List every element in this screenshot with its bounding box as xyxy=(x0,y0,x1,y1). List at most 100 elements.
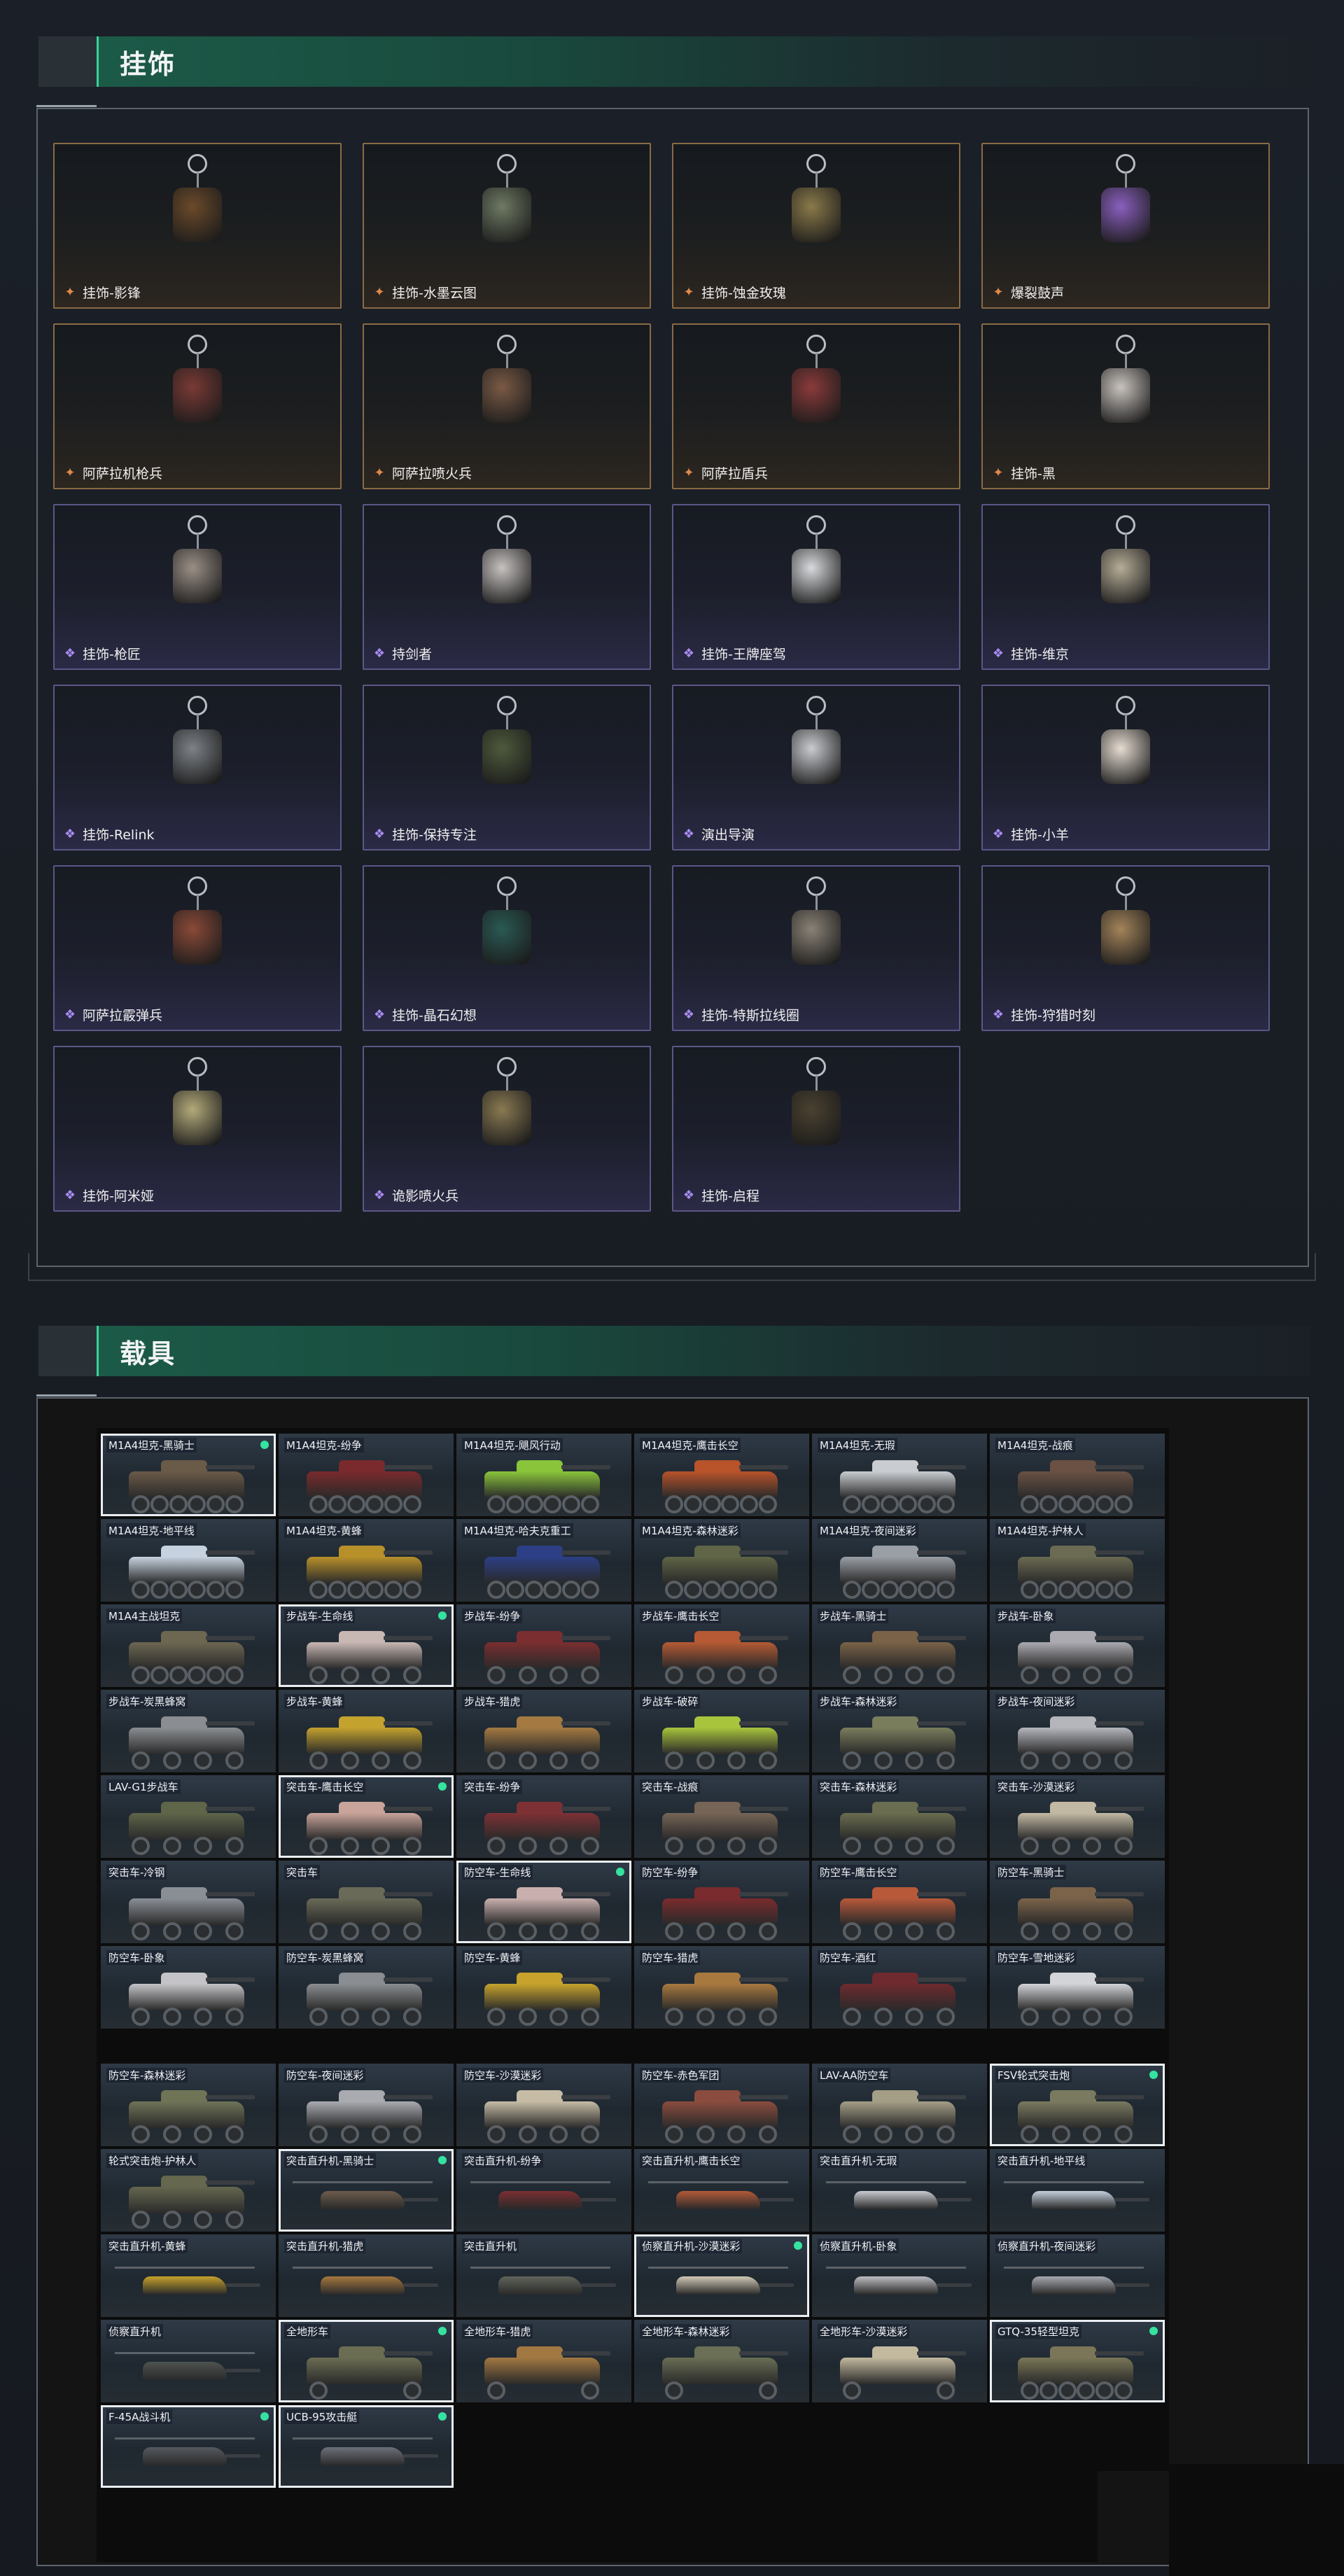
vehicle-card[interactable]: M1A4坦克-黑骑士 xyxy=(101,1434,276,1516)
charm-card[interactable]: ✦ 爆裂鼓声 xyxy=(981,143,1270,309)
vehicle-card[interactable]: 防空车-黄蜂 xyxy=(456,1946,631,2029)
vehicle-card[interactable]: 突击直升机-黑骑士 xyxy=(279,2149,454,2232)
vehicle-card[interactable]: 步战车-森林迷彩 xyxy=(812,1690,987,1772)
vehicle-card[interactable]: 步战车-破碎 xyxy=(634,1690,809,1772)
charm-card[interactable]: ❖ 阿萨拉霰弹兵 xyxy=(53,865,342,1031)
vehicle-card[interactable]: 防空车-沙漠迷彩 xyxy=(456,2064,631,2146)
vehicle-card[interactable]: 防空车-酒红 xyxy=(812,1946,987,2029)
vehicle-card[interactable]: 防空车-生命线 xyxy=(456,1861,631,1943)
vehicle-card[interactable]: 突击直升机-纷争 xyxy=(456,2149,631,2232)
vehicle-card[interactable]: 防空车-卧象 xyxy=(101,1946,276,2029)
vehicle-card[interactable]: 突击车-鹰击长空 xyxy=(279,1775,454,1858)
vehicle-card[interactable]: 防空车-鹰击长空 xyxy=(812,1861,987,1943)
wheel xyxy=(936,1922,955,1940)
vehicle-card[interactable]: 全地形车-沙漠迷彩 xyxy=(812,2320,987,2402)
charm-card[interactable]: ❖ 挂饰-狩猎时刻 xyxy=(981,865,1270,1031)
vehicle-card[interactable]: 突击直升机 xyxy=(456,2234,631,2317)
wheel xyxy=(874,2125,892,2143)
vehicle-card[interactable]: M1A4坦克-飓风行动 xyxy=(456,1434,631,1516)
wheel xyxy=(169,1495,188,1513)
vehicle-card[interactable]: 突击车-纷争 xyxy=(456,1775,631,1858)
vehicle-card[interactable]: 全地形车-猎虎 xyxy=(456,2320,631,2402)
vehicle-card[interactable]: 突击直升机-黄蜂 xyxy=(101,2234,276,2317)
charm-card[interactable]: ✦ 阿萨拉机枪兵 xyxy=(53,323,342,489)
vehicle-card[interactable]: M1A4主战坦克 xyxy=(101,1604,276,1687)
vehicle-card[interactable]: 侦察直升机-夜间迷彩 xyxy=(990,2234,1165,2317)
vehicle-card[interactable]: FSV轮式突击炮 xyxy=(990,2064,1165,2146)
vehicle-card[interactable]: 步战车-夜间迷彩 xyxy=(990,1690,1165,1772)
wheel xyxy=(936,1751,955,1770)
vehicle-card[interactable]: 防空车-猎虎 xyxy=(634,1946,809,2029)
vehicle-card[interactable]: 步战车-黄蜂 xyxy=(279,1690,454,1772)
charm-card[interactable]: ❖ 挂饰-启程 xyxy=(672,1046,960,1212)
vehicle-card[interactable]: M1A4坦克-护林人 xyxy=(990,1519,1165,1602)
vehicle-card[interactable]: 防空车-森林迷彩 xyxy=(101,2064,276,2146)
vehicle-card[interactable]: 防空车-雪地迷彩 xyxy=(990,1946,1165,2029)
vehicle-card[interactable]: M1A4坦克-夜间迷彩 xyxy=(812,1519,987,1602)
wheel xyxy=(340,1922,359,1940)
vehicle-card[interactable]: 突击车-森林迷彩 xyxy=(812,1775,987,1858)
vehicle-card[interactable]: 步战车-鹰击长空 xyxy=(634,1604,809,1687)
charm-card[interactable]: ❖ 挂饰-阿米娅 xyxy=(53,1046,342,1212)
vehicle-card[interactable]: 防空车-夜间迷彩 xyxy=(279,2064,454,2146)
charm-card[interactable]: ❖ 持剑者 xyxy=(363,504,651,670)
charm-card[interactable]: ✦ 挂饰-蚀金玫瑰 xyxy=(672,143,960,309)
vehicle-card[interactable]: 步战车-卧象 xyxy=(990,1604,1165,1687)
charm-card[interactable]: ✦ 阿萨拉喷火兵 xyxy=(363,323,651,489)
vehicle-card[interactable]: 侦察直升机-沙漠迷彩 xyxy=(634,2234,809,2317)
vehicle-card[interactable]: F-45A战斗机 xyxy=(101,2405,276,2488)
charm-card[interactable]: ✦ 挂饰-水墨云图 xyxy=(363,143,651,309)
vehicle-card[interactable]: 步战车-生命线 xyxy=(279,1604,454,1687)
vehicle-card[interactable]: M1A4坦克-无瑕 xyxy=(812,1434,987,1516)
charm-card[interactable]: ✦ 阿萨拉盾兵 xyxy=(672,323,960,489)
vehicle-card[interactable]: 侦察直升机 xyxy=(101,2320,276,2402)
vehicle-card[interactable]: LAV-G1步战车 xyxy=(101,1775,276,1858)
charm-name: 阿萨拉喷火兵 xyxy=(392,466,472,482)
vehicle-card[interactable]: M1A4坦克-地平线 xyxy=(101,1519,276,1602)
charm-card[interactable]: ❖ 挂饰-王牌座驾 xyxy=(672,504,960,670)
vehicle-card[interactable]: 步战车-黑骑士 xyxy=(812,1604,987,1687)
charm-card[interactable]: ❖ 挂饰-Relink xyxy=(53,685,342,850)
vehicle-card[interactable]: 防空车-纷争 xyxy=(634,1861,809,1943)
vehicle-card[interactable]: M1A4坦克-战痕 xyxy=(990,1434,1165,1516)
charm-label: ✦ 阿萨拉盾兵 xyxy=(682,463,768,482)
vehicle-card[interactable]: M1A4坦克-鹰击长空 xyxy=(634,1434,809,1516)
charm-card[interactable]: ❖ 演出导演 xyxy=(672,685,960,850)
vehicle-wheels xyxy=(665,1837,777,1855)
vehicle-card[interactable]: M1A4坦克-森林迷彩 xyxy=(634,1519,809,1602)
vehicle-card[interactable]: M1A4坦克-纷争 xyxy=(279,1434,454,1516)
vehicle-card[interactable]: 突击车 xyxy=(279,1861,454,1943)
vehicle-card[interactable]: 全地形车-森林迷彩 xyxy=(634,2320,809,2402)
charm-name: 阿萨拉霰弹兵 xyxy=(83,1008,163,1023)
vehicle-card[interactable]: M1A4坦克-哈夫克重工 xyxy=(456,1519,631,1602)
charm-card[interactable]: ❖ 挂饰-保持专注 xyxy=(363,685,651,850)
charm-card[interactable]: ❖ 挂饰-枪匠 xyxy=(53,504,342,670)
vehicle-card[interactable]: 突击车-沙漠迷彩 xyxy=(990,1775,1165,1858)
vehicle-card[interactable]: 突击直升机-鹰击长空 xyxy=(634,2149,809,2232)
vehicle-card[interactable]: 侦察直升机-卧象 xyxy=(812,2234,987,2317)
charm-card[interactable]: ❖ 挂饰-晶石幻想 xyxy=(363,865,651,1031)
vehicle-card[interactable]: 防空车-黑骑士 xyxy=(990,1861,1165,1943)
vehicle-card[interactable]: M1A4坦克-黄蜂 xyxy=(279,1519,454,1602)
vehicle-card[interactable]: 突击直升机-猎虎 xyxy=(279,2234,454,2317)
vehicle-card[interactable]: 突击直升机-地平线 xyxy=(990,2149,1165,2232)
vehicle-card[interactable]: 步战车-猎虎 xyxy=(456,1690,631,1772)
vehicle-card[interactable]: 步战车-炭黑蜂窝 xyxy=(101,1690,276,1772)
vehicle-card[interactable]: 防空车-炭黑蜂窝 xyxy=(279,1946,454,2029)
vehicle-card[interactable]: 防空车-赤色军团 xyxy=(634,2064,809,2146)
vehicle-card[interactable]: 步战车-纷争 xyxy=(456,1604,631,1687)
vehicle-card[interactable]: 突击直升机-无瑕 xyxy=(812,2149,987,2232)
vehicle-card[interactable]: GTQ-35轻型坦克 xyxy=(990,2320,1165,2402)
vehicle-card[interactable]: 全地形车 xyxy=(279,2320,454,2402)
charm-card[interactable]: ✦ 挂饰-黑 xyxy=(981,323,1270,489)
charm-card[interactable]: ✦ 挂饰-影锋 xyxy=(53,143,342,309)
vehicle-card[interactable]: LAV-AA防空车 xyxy=(812,2064,987,2146)
vehicle-card[interactable]: 突击车-战痕 xyxy=(634,1775,809,1858)
charm-card[interactable]: ❖ 挂饰-小羊 xyxy=(981,685,1270,850)
charm-card[interactable]: ❖ 挂饰-特斯拉线圈 xyxy=(672,865,960,1031)
vehicle-card[interactable]: 突击车-冷钢 xyxy=(101,1861,276,1943)
vehicle-card[interactable]: 轮式突击炮-护林人 xyxy=(101,2149,276,2232)
charm-card[interactable]: ❖ 诡影喷火兵 xyxy=(363,1046,651,1212)
vehicle-card[interactable]: UCB-95攻击艇 xyxy=(279,2405,454,2488)
charm-card[interactable]: ❖ 挂饰-维京 xyxy=(981,504,1270,670)
